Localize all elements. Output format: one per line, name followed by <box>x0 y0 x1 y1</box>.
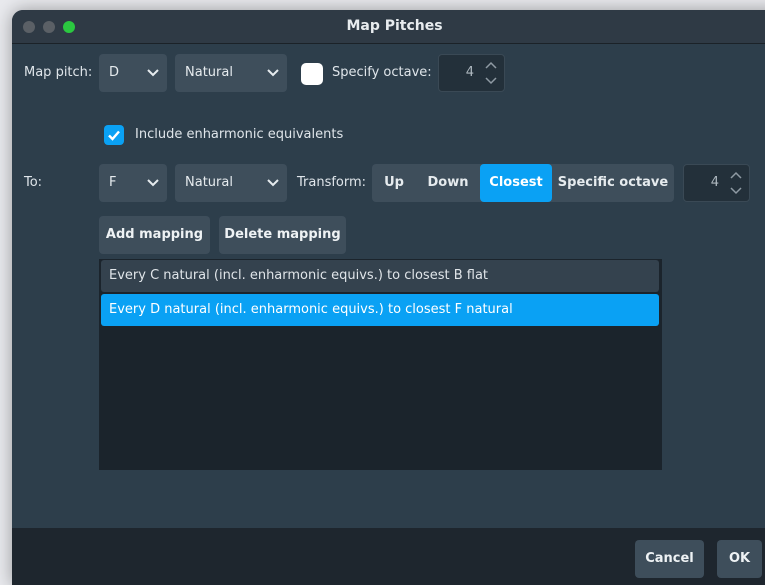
stepper-arrows-icon[interactable] <box>729 169 743 197</box>
ok-button[interactable]: OK <box>717 540 762 578</box>
chevron-down-icon <box>147 178 159 187</box>
map-pitch-note-dropdown[interactable]: D <box>99 54 167 92</box>
mappings-list[interactable]: Every C natural (incl. enharmonic equivs… <box>99 259 662 470</box>
to-octave-value: 4 <box>710 175 719 190</box>
transform-segmented-control: Up Down Closest Specific octave <box>372 164 674 202</box>
chevron-down-icon <box>267 178 279 187</box>
to-octave-spinbox[interactable]: 4 <box>683 164 750 202</box>
map-pitch-label: Map pitch: <box>24 65 93 80</box>
dialog-content: Map pitch: D Natural Specify octave: 4 I… <box>12 44 765 585</box>
transform-label: Transform: <box>297 175 367 190</box>
include-enharmonic-checkbox[interactable] <box>104 125 124 145</box>
delete-mapping-button[interactable]: Delete mapping <box>219 216 346 254</box>
to-label: To: <box>24 175 43 190</box>
window-title: Map Pitches <box>346 18 443 34</box>
map-pitch-accidental-value: Natural <box>185 65 233 80</box>
transform-up-button[interactable]: Up <box>372 164 416 202</box>
specify-octave-checkbox[interactable] <box>301 63 323 85</box>
to-note-dropdown[interactable]: F <box>99 164 167 202</box>
to-accidental-dropdown[interactable]: Natural <box>175 164 287 202</box>
transform-down-button[interactable]: Down <box>416 164 480 202</box>
stepper-arrows-icon[interactable] <box>484 59 498 87</box>
include-enharmonic-label: Include enharmonic equivalents <box>135 127 344 142</box>
map-pitch-note-value: D <box>109 65 120 80</box>
specify-octave-label: Specify octave: <box>332 65 432 80</box>
transform-closest-button[interactable]: Closest <box>480 164 552 202</box>
cancel-button[interactable]: Cancel <box>635 540 704 578</box>
to-accidental-value: Natural <box>185 175 233 190</box>
map-pitch-accidental-dropdown[interactable]: Natural <box>175 54 287 92</box>
checkmark-icon <box>108 130 120 141</box>
map-pitch-octave-spinbox[interactable]: 4 <box>438 54 505 92</box>
list-item[interactable]: Every C natural (incl. enharmonic equivs… <box>101 260 659 292</box>
list-item-selected[interactable]: Every D natural (incl. enharmonic equivs… <box>101 294 659 326</box>
chevron-down-icon <box>267 68 279 77</box>
transform-specific-octave-button[interactable]: Specific octave <box>552 164 674 202</box>
map-pitches-dialog: Map Pitches Map pitch: D Natural Specify… <box>12 10 765 585</box>
add-mapping-button[interactable]: Add mapping <box>99 216 210 254</box>
dialog-footer: Cancel OK <box>12 528 765 585</box>
to-note-value: F <box>109 175 117 190</box>
title-bar: Map Pitches <box>12 10 765 44</box>
chevron-down-icon <box>147 68 159 77</box>
map-pitch-octave-value: 4 <box>465 65 474 80</box>
